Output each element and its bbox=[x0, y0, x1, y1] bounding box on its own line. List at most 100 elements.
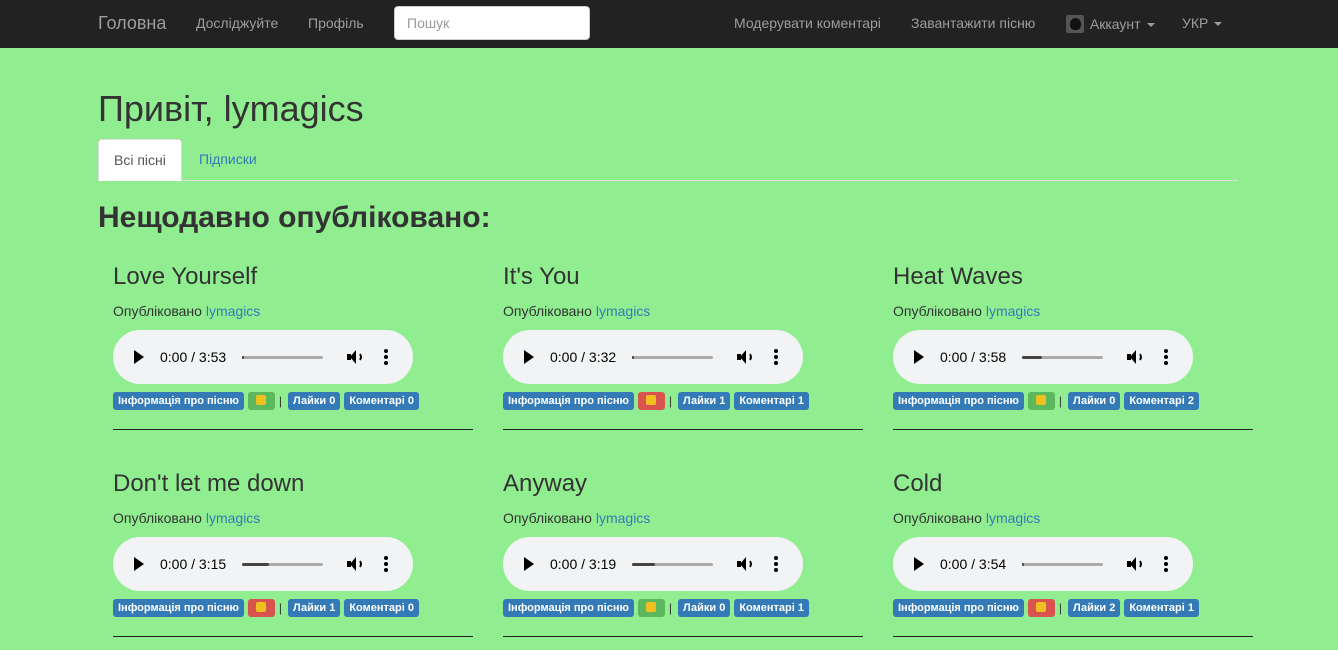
song-info-button[interactable]: Інформація про пісню bbox=[503, 599, 634, 617]
seek-slider[interactable] bbox=[1022, 356, 1103, 359]
likes-badge[interactable]: Лайки 0 bbox=[1068, 392, 1121, 410]
seek-slider[interactable] bbox=[632, 356, 713, 359]
search-input[interactable] bbox=[394, 6, 590, 40]
author-link[interactable]: lymagics bbox=[596, 303, 650, 319]
volume-icon[interactable] bbox=[347, 349, 363, 365]
audio-player: 0:00 / 3:53 bbox=[113, 330, 413, 384]
reaction-button[interactable] bbox=[1027, 599, 1055, 617]
likes-badge[interactable]: Лайки 1 bbox=[678, 392, 731, 410]
seek-progress bbox=[1022, 563, 1025, 566]
comments-badge[interactable]: Коментарі 2 bbox=[1124, 392, 1199, 410]
published-prefix: Опубліковано bbox=[893, 303, 986, 319]
language-label: УКР bbox=[1182, 15, 1209, 31]
song-title[interactable]: Love Yourself bbox=[113, 263, 257, 291]
song-card: Don't let me down Опубліковано lymagics … bbox=[113, 470, 473, 650]
reaction-button[interactable] bbox=[637, 599, 665, 617]
play-icon[interactable] bbox=[914, 557, 924, 571]
playback-time: 0:00 / 3:54 bbox=[940, 556, 1007, 572]
avatar-icon bbox=[1066, 15, 1084, 33]
author-link[interactable]: lymagics bbox=[596, 510, 650, 526]
song-info-button[interactable]: Інформація про пісню bbox=[893, 392, 1024, 410]
play-icon[interactable] bbox=[134, 557, 144, 571]
song-title[interactable]: Anyway bbox=[503, 470, 587, 498]
playback-time: 0:00 / 3:19 bbox=[550, 556, 617, 572]
play-icon[interactable] bbox=[524, 557, 534, 571]
author-link[interactable]: lymagics bbox=[986, 510, 1040, 526]
audio-player: 0:00 / 3:19 bbox=[503, 537, 803, 591]
published-prefix: Опубліковано bbox=[113, 510, 206, 526]
more-options-icon[interactable] bbox=[1164, 556, 1168, 572]
song-badges: Інформація про пісню | Лайки 0 Коментарі 0 bbox=[113, 392, 423, 410]
seek-slider[interactable] bbox=[632, 563, 713, 566]
song-title[interactable]: It's You bbox=[503, 263, 580, 291]
reaction-button[interactable] bbox=[637, 392, 665, 410]
song-info-button[interactable]: Інформація про пісню bbox=[113, 392, 244, 410]
song-badges: Інформація про пісню | Лайки 0 Коментарі 2 bbox=[893, 392, 1203, 410]
comments-badge[interactable]: Коментарі 0 bbox=[344, 599, 419, 617]
volume-icon[interactable] bbox=[347, 556, 363, 572]
song-info-button[interactable]: Інформація про пісню bbox=[893, 599, 1024, 617]
seek-slider[interactable] bbox=[242, 563, 323, 566]
comments-badge[interactable]: Коментарі 1 bbox=[1124, 599, 1199, 617]
nav-language-dropdown[interactable]: УКР bbox=[1182, 15, 1223, 31]
tab-all-songs[interactable]: Всі пісні bbox=[98, 139, 182, 181]
nav-brand-home[interactable]: Головна bbox=[98, 13, 166, 34]
more-options-icon[interactable] bbox=[384, 556, 388, 572]
published-prefix: Опубліковано bbox=[113, 303, 206, 319]
separator: | bbox=[668, 601, 672, 615]
volume-icon[interactable] bbox=[737, 556, 753, 572]
card-divider bbox=[503, 636, 863, 637]
seek-slider[interactable] bbox=[1022, 563, 1103, 566]
comments-badge[interactable]: Коментарі 1 bbox=[734, 392, 809, 410]
song-card: It's You Опубліковано lymagics 0:00 / 3:… bbox=[503, 263, 863, 443]
reaction-button[interactable] bbox=[247, 392, 275, 410]
song-card: Anyway Опубліковано lymagics 0:00 / 3:19… bbox=[503, 470, 863, 650]
volume-icon[interactable] bbox=[1127, 349, 1143, 365]
song-title[interactable]: Cold bbox=[893, 470, 942, 498]
comments-badge[interactable]: Коментарі 1 bbox=[734, 599, 809, 617]
thumbs-down-icon bbox=[646, 395, 657, 405]
nav-explore[interactable]: Досліджуйте bbox=[196, 15, 278, 31]
volume-icon[interactable] bbox=[1127, 556, 1143, 572]
nav-profile[interactable]: Профіль bbox=[308, 15, 364, 31]
nav-upload-song[interactable]: Завантажити пісню bbox=[911, 15, 1035, 31]
song-title[interactable]: Don't let me down bbox=[113, 470, 304, 498]
more-options-icon[interactable] bbox=[774, 556, 778, 572]
play-icon[interactable] bbox=[134, 350, 144, 364]
more-options-icon[interactable] bbox=[1164, 349, 1168, 365]
volume-icon[interactable] bbox=[737, 349, 753, 365]
author-link[interactable]: lymagics bbox=[206, 303, 260, 319]
nav-moderate-comments[interactable]: Модерувати коментарі bbox=[734, 15, 881, 31]
play-icon[interactable] bbox=[524, 350, 534, 364]
separator: | bbox=[278, 601, 282, 615]
tab-subscriptions[interactable]: Підписки bbox=[184, 139, 272, 181]
likes-badge[interactable]: Лайки 2 bbox=[1068, 599, 1121, 617]
more-options-icon[interactable] bbox=[774, 349, 778, 365]
seek-progress bbox=[242, 356, 245, 359]
published-prefix: Опубліковано bbox=[893, 510, 986, 526]
likes-badge[interactable]: Лайки 0 bbox=[678, 599, 731, 617]
comments-badge[interactable]: Коментарі 0 bbox=[344, 392, 419, 410]
card-divider bbox=[503, 429, 863, 430]
song-info-button[interactable]: Інформація про пісню bbox=[113, 599, 244, 617]
card-divider bbox=[893, 636, 1253, 637]
section-title: Нещодавно опубліковано: bbox=[98, 201, 491, 234]
likes-badge[interactable]: Лайки 0 bbox=[288, 392, 341, 410]
nav-account-dropdown[interactable]: Аккаунт bbox=[1066, 15, 1155, 33]
reaction-button[interactable] bbox=[247, 599, 275, 617]
likes-badge[interactable]: Лайки 1 bbox=[288, 599, 341, 617]
play-icon[interactable] bbox=[914, 350, 924, 364]
author-link[interactable]: lymagics bbox=[986, 303, 1040, 319]
page-title: Привіт, lymagics bbox=[98, 88, 364, 129]
seek-slider[interactable] bbox=[242, 356, 323, 359]
thumbs-up-icon bbox=[646, 602, 657, 612]
reaction-button[interactable] bbox=[1027, 392, 1055, 410]
more-options-icon[interactable] bbox=[384, 349, 388, 365]
published-by: Опубліковано lymagics bbox=[113, 510, 260, 526]
song-info-button[interactable]: Інформація про пісню bbox=[503, 392, 634, 410]
song-badges: Інформація про пісню | Лайки 1 Коментарі 1 bbox=[503, 392, 813, 410]
seek-progress bbox=[1022, 356, 1043, 359]
song-title[interactable]: Heat Waves bbox=[893, 263, 1023, 291]
author-link[interactable]: lymagics bbox=[206, 510, 260, 526]
card-divider bbox=[113, 636, 473, 637]
